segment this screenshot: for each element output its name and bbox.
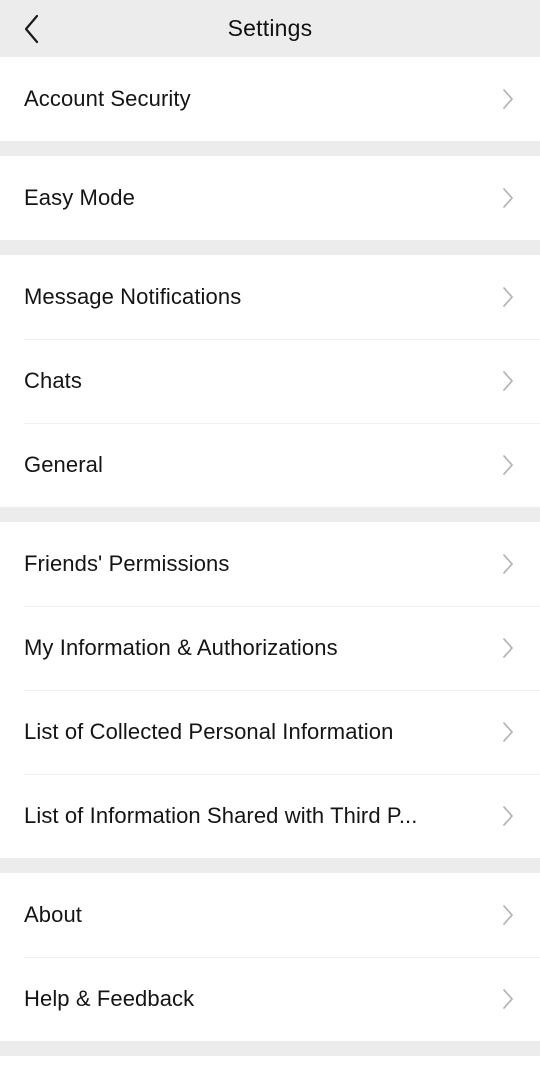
settings-row-easy-mode[interactable]: Easy Mode	[0, 156, 540, 240]
chevron-right-icon	[498, 986, 518, 1012]
settings-row-list-of-information-shared-with-third-p[interactable]: List of Information Shared with Third P.…	[0, 774, 540, 858]
settings-row-label: Message Notifications	[24, 283, 242, 309]
settings-row-label: Help & Feedback	[24, 985, 195, 1011]
back-button[interactable]	[0, 0, 64, 57]
settings-group-account-actions: Switch Account	[0, 1056, 540, 1080]
settings-row-label: Easy Mode	[24, 184, 135, 210]
chevron-right-icon	[498, 185, 518, 211]
settings-group-messaging: Message Notifications Chats General	[0, 255, 540, 507]
settings-row-help-feedback[interactable]: Help & Feedback	[0, 957, 540, 1041]
group-separator	[0, 240, 540, 255]
settings-row-label: List of Information Shared with Third P.…	[24, 802, 418, 828]
group-separator	[0, 1041, 540, 1056]
settings-group-account: Account Security	[0, 57, 540, 141]
settings-row-friends-permissions[interactable]: Friends' Permissions	[0, 522, 540, 606]
settings-group-support: About Help & Feedback	[0, 873, 540, 1041]
chevron-right-icon	[498, 902, 518, 928]
settings-row-label: Account Security	[24, 85, 191, 111]
settings-row-about[interactable]: About	[0, 873, 540, 957]
settings-row-my-information-authorizations[interactable]: My Information & Authorizations	[0, 606, 540, 690]
settings-row-account-security[interactable]: Account Security	[0, 57, 540, 141]
chevron-right-icon	[498, 284, 518, 310]
chevron-right-icon	[498, 635, 518, 661]
settings-row-message-notifications[interactable]: Message Notifications	[0, 255, 540, 339]
chevron-right-icon	[498, 551, 518, 577]
settings-row-chats[interactable]: Chats	[0, 339, 540, 423]
settings-row-switch-account[interactable]: Switch Account	[0, 1056, 540, 1080]
settings-row-label: Chats	[24, 367, 82, 393]
settings-row-label: My Information & Authorizations	[24, 634, 338, 660]
chevron-right-icon	[498, 86, 518, 112]
group-separator	[0, 507, 540, 522]
settings-row-label: Friends' Permissions	[24, 550, 230, 576]
settings-group-privacy: Friends' Permissions My Information & Aut…	[0, 522, 540, 858]
app-header: Settings	[0, 0, 540, 57]
chevron-right-icon	[498, 452, 518, 478]
settings-group-mode: Easy Mode	[0, 156, 540, 240]
page-title: Settings	[227, 15, 313, 41]
chevron-right-icon	[498, 719, 518, 745]
group-separator	[0, 858, 540, 873]
settings-row-label: About	[24, 901, 82, 927]
settings-row-list-of-collected-personal-information[interactable]: List of Collected Personal Information	[0, 690, 540, 774]
settings-list[interactable]: Account Security Easy Mode Message Notific…	[0, 57, 540, 1080]
chevron-right-icon	[498, 803, 518, 829]
settings-row-general[interactable]: General	[0, 423, 540, 507]
group-separator	[0, 141, 540, 156]
chevron-right-icon	[498, 368, 518, 394]
chevron-left-icon	[24, 14, 39, 43]
settings-screen: Settings Account Security Easy Mode Messag…	[0, 0, 540, 1080]
settings-row-label: List of Collected Personal Information	[24, 718, 394, 744]
settings-row-label: General	[24, 451, 103, 477]
